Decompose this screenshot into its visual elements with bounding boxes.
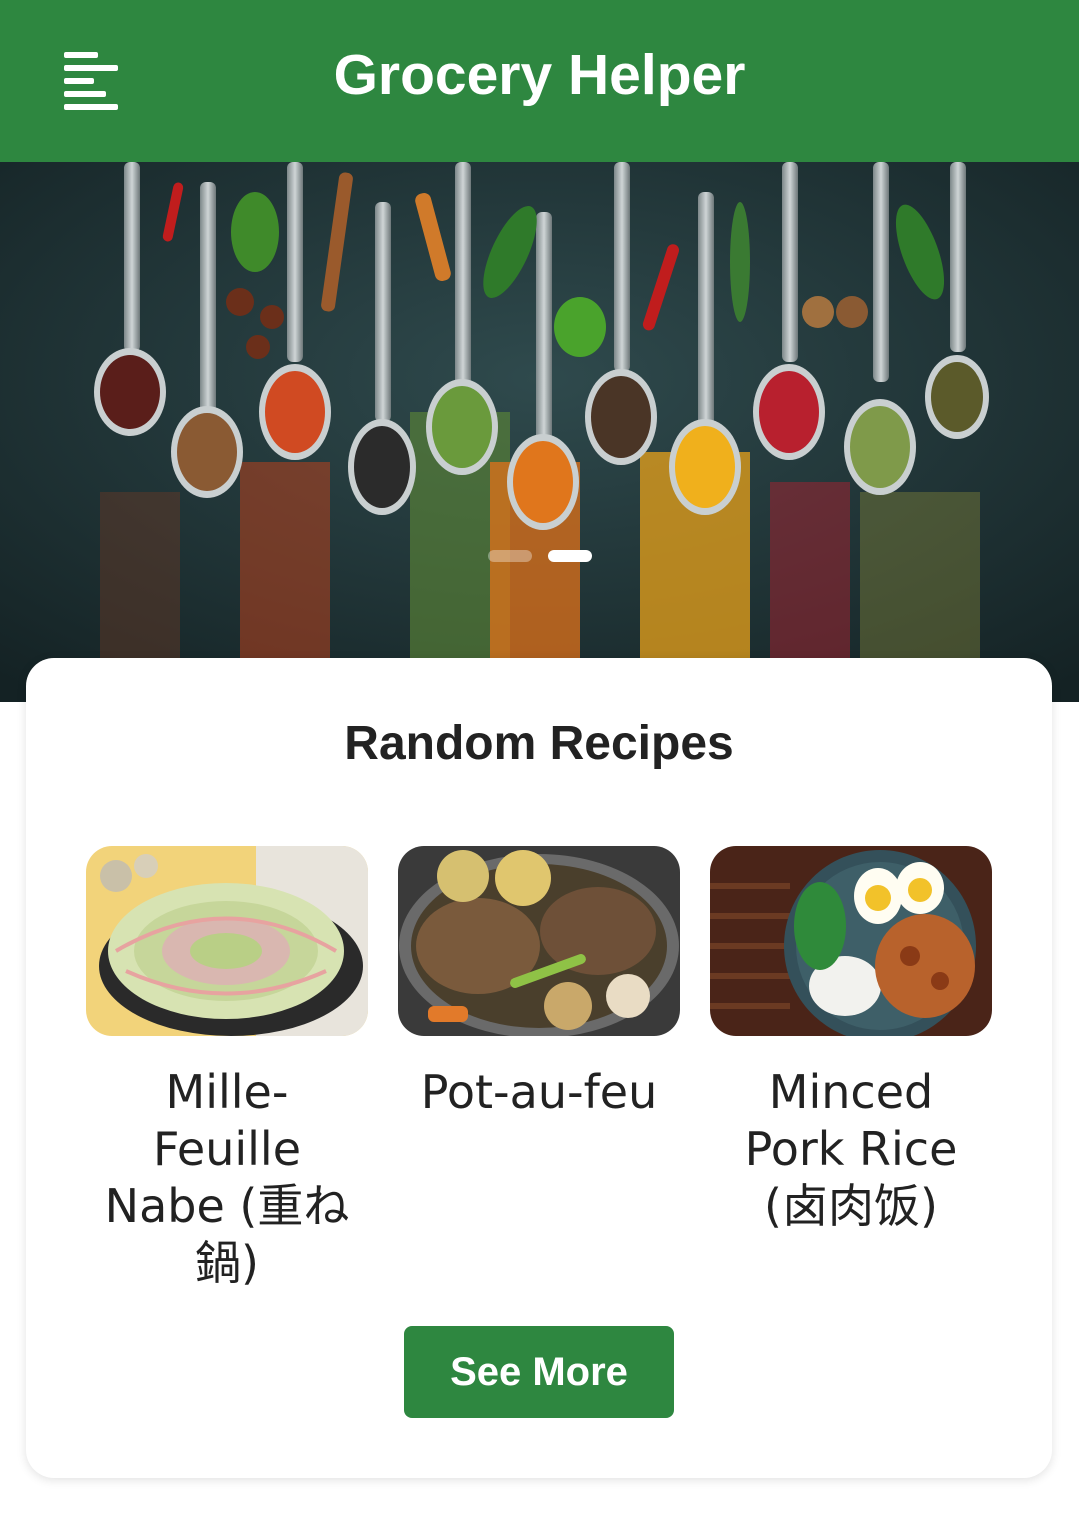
app-title: Grocery Helper [333,43,746,107]
minced-pork-rice-photo [710,846,992,1036]
recipe-image [86,846,368,1036]
hero-carousel[interactable] [0,162,1079,702]
recipe-name: Pot-au-feu [420,1065,658,1119]
random-recipes-card: Random Recipes Mille-Feuille Nabe (重ね鍋) [26,658,1052,1478]
mille-feuille-nabe-photo [86,846,368,1036]
recipe-name: Minced Pork Rice (卤肉饭) [744,1065,958,1233]
carousel-indicator [0,550,1079,564]
spices-on-spoons-photo [0,162,1079,702]
pot-au-feu-photo [398,846,680,1036]
see-more-button[interactable]: See More [404,1326,674,1418]
recipe-card-minced-pork-rice[interactable]: Minced Pork Rice (卤肉饭) [710,846,992,1235]
recipe-card-pot-au-feu[interactable]: Pot-au-feu [398,846,680,1121]
carousel-dot-2-active[interactable] [547,550,592,562]
app-bar: Grocery Helper [0,0,1079,162]
recipe-image [398,846,680,1036]
recipe-name: Mille-Feuille Nabe (重ね鍋) [104,1065,350,1290]
carousel-dot-1[interactable] [487,550,532,562]
section-title: Random Recipes [344,717,734,770]
recipe-image [710,846,992,1036]
recipe-card-mille-feuille-nabe[interactable]: Mille-Feuille Nabe (重ね鍋) [86,846,368,1292]
